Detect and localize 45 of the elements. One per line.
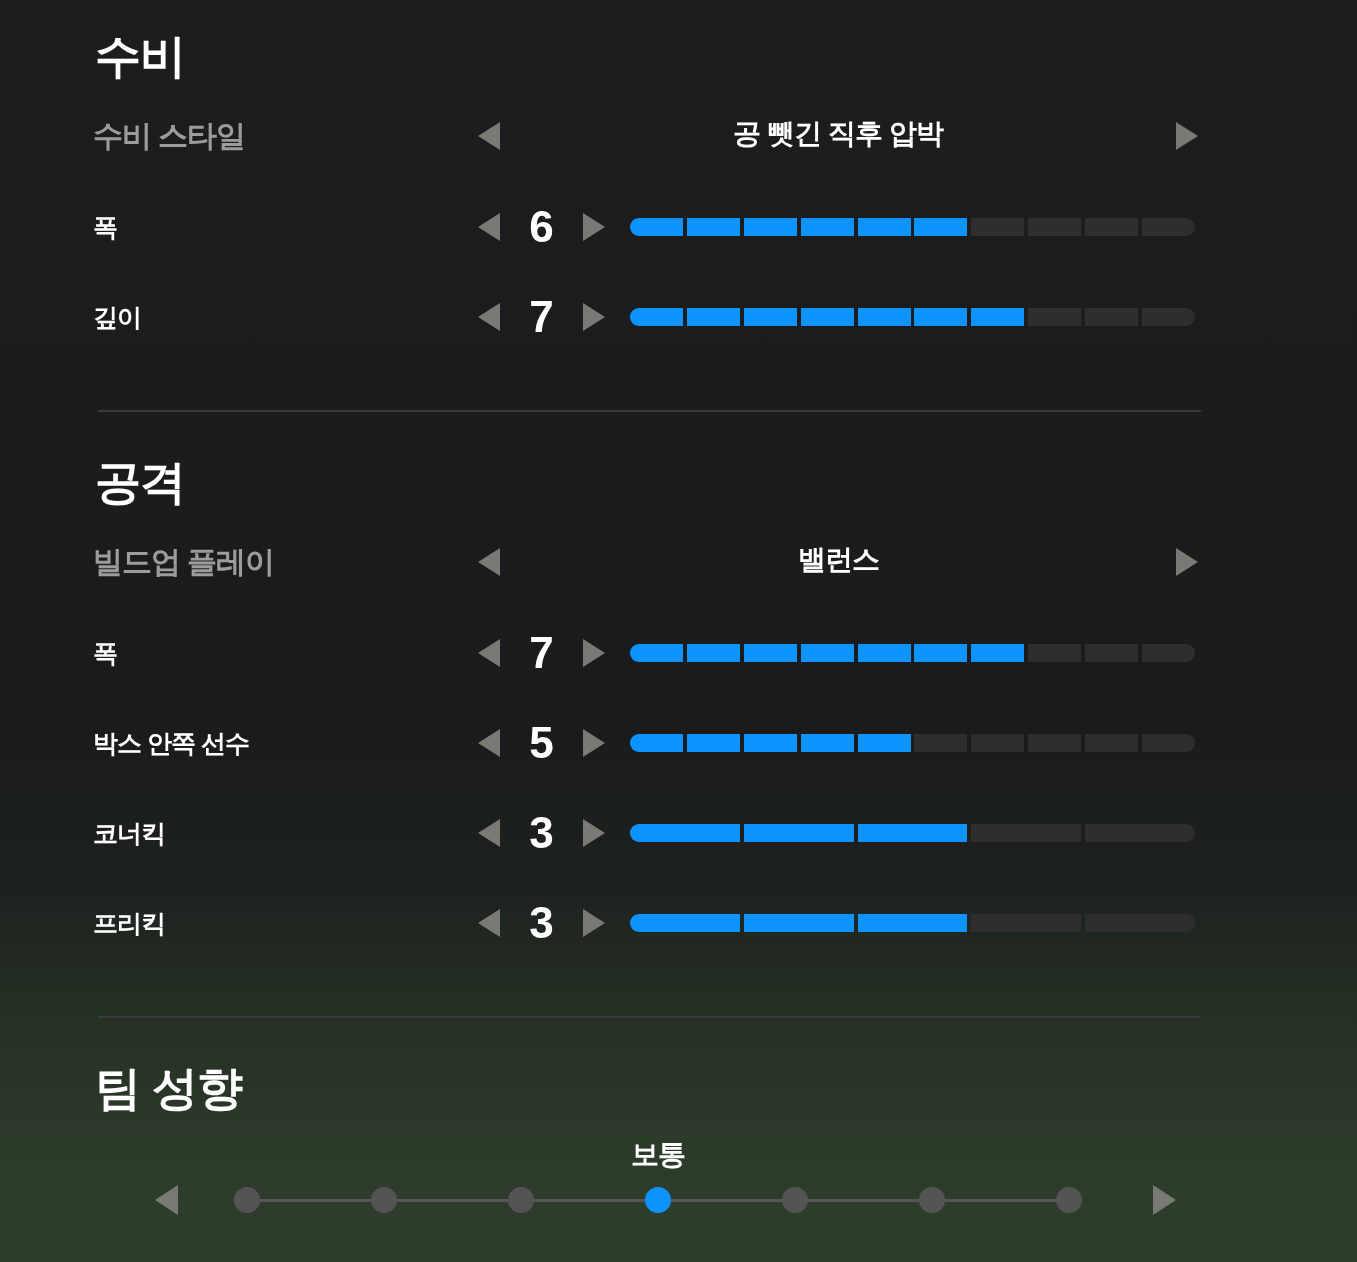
setting-label: 박스 안쪽 선수: [93, 727, 249, 759]
left-arrow-icon[interactable]: [478, 122, 500, 150]
setting-value: 6: [528, 202, 555, 252]
left-arrow-icon[interactable]: [478, 729, 500, 757]
right-arrow-icon[interactable]: [1176, 548, 1198, 576]
slider-step[interactable]: [644, 1187, 671, 1213]
setting-value: 7: [528, 292, 555, 342]
setting-value: 3: [528, 808, 555, 858]
left-arrow-icon[interactable]: [478, 639, 500, 667]
right-arrow-icon[interactable]: [1153, 1185, 1176, 1215]
setting-value: 7: [528, 628, 555, 678]
slider-step[interactable]: [233, 1187, 260, 1213]
right-arrow-icon[interactable]: [1176, 122, 1198, 150]
left-arrow-icon[interactable]: [155, 1185, 178, 1215]
setting-label: 폭: [93, 637, 117, 669]
section-title: 수비: [95, 29, 185, 84]
slider-step[interactable]: [507, 1187, 534, 1213]
slider-step[interactable]: [370, 1187, 397, 1213]
setting-label: 깊이: [93, 301, 141, 333]
slider-step[interactable]: [918, 1187, 945, 1213]
style-label: 빌드업 플레이: [93, 543, 275, 580]
style-value: 밸런스: [796, 543, 880, 577]
style-label: 수비 스타일: [93, 117, 246, 154]
right-arrow-icon[interactable]: [583, 909, 605, 937]
slider-step[interactable]: [781, 1187, 808, 1213]
left-arrow-icon[interactable]: [478, 303, 500, 331]
slider-step[interactable]: [1055, 1187, 1082, 1213]
left-arrow-icon[interactable]: [478, 213, 500, 241]
setting-value: 5: [528, 718, 555, 768]
right-arrow-icon[interactable]: [583, 303, 605, 331]
right-arrow-icon[interactable]: [583, 729, 605, 757]
setting-label: 코너킥: [93, 817, 165, 849]
setting-value: 3: [528, 898, 555, 948]
setting-label: 폭: [93, 211, 117, 243]
section-title: 팀 성향: [95, 1061, 242, 1116]
style-value: 공 뺏긴 직후 압박: [732, 117, 945, 151]
right-arrow-icon[interactable]: [583, 639, 605, 667]
right-arrow-icon[interactable]: [583, 213, 605, 241]
section-title: 공격: [95, 455, 185, 510]
left-arrow-icon[interactable]: [478, 819, 500, 847]
left-arrow-icon[interactable]: [478, 909, 500, 937]
left-arrow-icon[interactable]: [478, 548, 500, 576]
right-arrow-icon[interactable]: [583, 819, 605, 847]
slider-value-label: 보통: [630, 1138, 685, 1172]
setting-label: 프리킥: [93, 907, 165, 939]
